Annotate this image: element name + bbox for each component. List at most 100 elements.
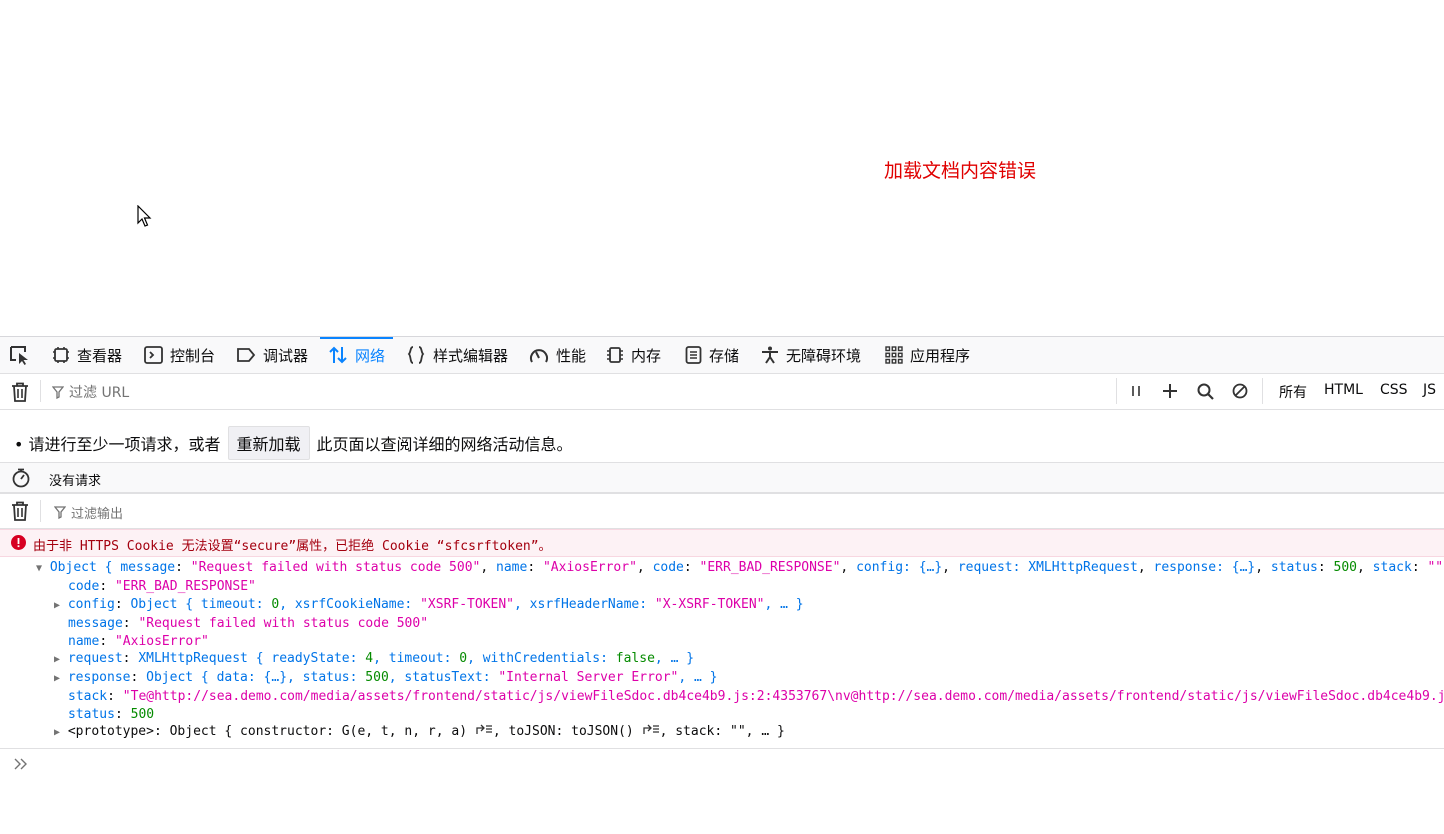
tab-style-editor[interactable]: 样式编辑器 [406,337,508,373]
stopwatch-icon [12,468,30,488]
storage-icon [685,346,702,364]
property-value: , … } [764,597,804,612]
inspector-icon [53,347,69,363]
performance-icon [530,349,548,363]
tab-label: 调试器 [263,346,309,365]
property-value: Object { constructor: G(e, t, n, r, a) [169,724,468,739]
console-icon [144,346,163,364]
property-key: code [68,579,100,594]
expand-toggle-icon[interactable]: ▶ [54,654,60,665]
property-name: name: "AxiosError" [68,634,209,649]
property-config[interactable]: ▶ config: Object { timeout: 0, xsrfCooki… [54,596,804,614]
filter-url-input[interactable]: 过滤 URL [52,382,129,402]
devtools-toolbar: 查看器 控制台 调试器 网络 样式编辑器 性能 内存 存储 无障碍环境 应用程序 [0,337,1444,374]
tab-memory[interactable]: 内存 [606,337,661,373]
property-key: <prototype> [67,724,154,739]
property-value: "X-XSRF-TOKEN" [654,597,765,612]
property-value: 500 [365,670,389,685]
expand-toggle-icon[interactable]: ▶ [54,673,60,684]
summary-key: name [496,560,528,575]
property-value: false [615,651,655,666]
add-request-button[interactable] [1160,381,1180,401]
summary-value: "Request failed with status code 500" [190,560,481,575]
accessibility-icon [762,346,778,364]
filter-type-css[interactable]: CSS [1380,382,1408,398]
tab-label: 性能 [556,346,587,365]
filter-url-placeholder: 过滤 URL [69,385,130,401]
reload-button[interactable]: 重新加载 [227,426,310,460]
expand-toggle-icon[interactable]: ▶ [54,600,60,611]
property-key: stack [68,689,108,704]
empty-message-suffix: 此页面以查阅详细的网络活动信息。 [316,435,573,454]
summary-value: "AxiosError" [542,560,637,575]
jump-to-definition-icon[interactable] [642,723,660,735]
summary-key: stack [1372,560,1412,575]
expand-toggle-icon[interactable]: ▼ [36,563,42,574]
tab-label: 网络 [355,346,386,365]
tab-inspector[interactable]: 查看器 [52,337,122,373]
summary-value: 500 [1333,560,1358,575]
block-icon [1232,383,1248,399]
expand-toggle-icon[interactable]: ▶ [54,727,60,738]
summary-value: "ERR_BAD_RESPONSE" [699,560,841,575]
tab-console[interactable]: 控制台 [144,337,215,373]
search-button[interactable] [1195,381,1215,401]
console-error-message: 由于非 HTTPS Cookie 无法设置“secure”属性，已拒绝 Cook… [0,529,1444,557]
property-value: , … } [678,670,718,685]
tab-accessibility[interactable]: 无障碍环境 [761,337,861,373]
tab-performance[interactable]: 性能 [529,337,586,373]
summary-value: "" [1427,560,1444,575]
console-input[interactable] [0,748,1444,789]
pause-button[interactable] [1126,381,1146,401]
summary-key: code [652,560,684,575]
tab-storage[interactable]: 存储 [685,337,739,373]
jump-to-definition-icon[interactable] [475,723,493,735]
tab-network[interactable]: 网络 [320,337,394,373]
property-value: XMLHttpRequest { readyState: [138,651,358,666]
empty-message-prefix: • 请进行至少一项请求，或者 [14,435,221,454]
block-request-button[interactable] [1230,381,1250,401]
property-key: request [67,651,123,666]
tab-application[interactable]: 应用程序 [885,337,970,373]
object-summary-row[interactable]: ▼ Object { message: "Request failed with… [36,559,1444,577]
summary-key: status [1270,560,1318,575]
tab-label: 应用程序 [910,346,971,365]
property-value: , xsrfHeaderName: [514,597,648,612]
property-value: , timeout: [373,651,452,666]
property-request[interactable]: ▶ request: XMLHttpRequest { readyState: … [54,650,694,668]
property-key: status [68,707,115,722]
trash-icon [12,382,28,402]
property-value: , toJSON: toJSON() [492,724,634,739]
property-prototype[interactable]: ▶ <prototype>: Object { constructor: G(e… [54,723,785,741]
tab-debugger[interactable]: 调试器 [236,337,308,373]
property-key: message [68,616,123,631]
property-key: config [67,597,115,612]
element-picker-icon[interactable] [8,344,32,366]
error-icon [11,535,26,550]
tab-label: 查看器 [77,346,123,365]
network-status-bar: 没有请求 [0,462,1444,494]
network-filter-bar: 过滤 URL 所有 HTML CSS JS [0,374,1444,410]
mouse-cursor-icon [137,205,152,227]
clear-console-button[interactable] [10,501,30,521]
property-key: name [68,634,100,649]
debugger-icon [237,348,256,362]
prompt-chevron-icon [14,758,27,770]
clear-requests-button[interactable] [10,382,30,402]
tab-label: 无障碍环境 [786,346,862,365]
property-code: code: "ERR_BAD_RESPONSE" [68,579,256,594]
filter-type-js[interactable]: JS [1423,382,1436,398]
filter-type-all[interactable]: 所有 [1279,382,1307,402]
separator [1262,378,1263,404]
property-message: message: "Request failed with status cod… [68,616,429,631]
property-value: , … } [654,651,695,666]
filter-type-html[interactable]: HTML [1324,382,1363,398]
console-filter-bar: 过滤输出 [0,494,1444,529]
console-filter-input[interactable]: 过滤输出 [54,503,123,522]
network-icon [329,346,347,364]
summary-config: config: {…} [856,560,943,575]
property-response[interactable]: ▶ response: Object { data: {…}, status: … [54,669,718,687]
pause-icon [1132,386,1140,396]
style-editor-icon [407,346,425,364]
tab-label: 存储 [709,346,740,365]
